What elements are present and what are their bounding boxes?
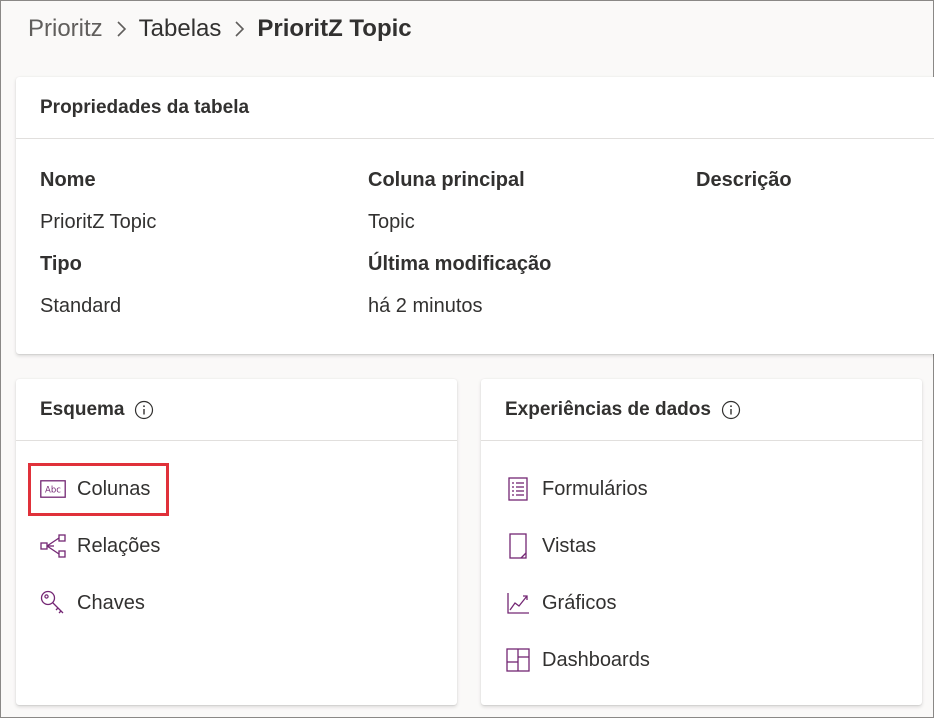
type-label: Tipo [40, 253, 82, 275]
data-exp-item-label: Dashboards [542, 648, 650, 671]
view-icon [505, 533, 531, 559]
data-exp-item-label: Gráficos [542, 591, 617, 614]
chevron-right-icon [233, 20, 245, 38]
data-exp-item-dashboards[interactable]: Dashboards [505, 645, 650, 675]
name-value: PrioritZ Topic [40, 211, 157, 233]
key-icon [40, 590, 66, 616]
schema-item-relationships[interactable]: Relações [40, 531, 160, 561]
schema-item-label: Chaves [77, 591, 145, 614]
data-exp-item-label: Vistas [542, 534, 597, 557]
data-exp-item-label: Formulários [542, 477, 648, 500]
relationship-icon [40, 533, 66, 559]
schema-header: Esquema [16, 379, 457, 441]
last-modified-value: há 2 minutos [368, 295, 483, 317]
data-experiences-title: Experiências de dados [505, 398, 711, 420]
data-exp-item-forms[interactable]: Formulários [505, 474, 648, 504]
last-modified-label: Última modificação [368, 253, 552, 275]
schema-item-columns[interactable]: Abc Colunas [40, 474, 150, 504]
breadcrumb-prioritz[interactable]: Prioritz [28, 15, 103, 43]
data-exp-item-charts[interactable]: Gráficos [505, 588, 616, 618]
breadcrumb-current-table: PrioritZ Topic [257, 15, 412, 42]
name-label: Nome [40, 169, 96, 191]
schema-title: Esquema [40, 398, 125, 420]
abc-column-icon: Abc [40, 476, 66, 502]
form-icon [505, 476, 531, 502]
data-exp-item-views[interactable]: Vistas [505, 531, 596, 561]
chart-icon [505, 590, 531, 616]
schema-item-keys[interactable]: Chaves [40, 588, 145, 618]
dashboard-icon [505, 647, 531, 673]
info-icon[interactable] [721, 400, 741, 420]
info-icon[interactable] [134, 400, 154, 420]
breadcrumb-tabelas[interactable]: Tabelas [139, 15, 222, 43]
type-value: Standard [40, 295, 122, 317]
breadcrumb: Prioritz Tabelas PrioritZ Topic [28, 12, 412, 46]
schema-item-label: Relações [77, 534, 161, 557]
primary-column-value: Topic [368, 211, 415, 233]
schema-card: Esquema Abc Colunas Relações Chaves [16, 379, 457, 705]
schema-item-label: Colunas [77, 477, 151, 500]
data-experiences-card: Experiências de dados Formulários Vistas… [481, 379, 922, 705]
svg-text:Abc: Abc [45, 486, 61, 496]
primary-column-label: Coluna principal [368, 169, 525, 191]
data-experiences-header: Experiências de dados [481, 379, 922, 441]
description-label: Descrição [696, 169, 792, 191]
chevron-right-icon [115, 20, 127, 38]
table-properties-card: Propriedades da tabela Nome PrioritZ Top… [16, 77, 934, 354]
table-properties-title: Propriedades da tabela [16, 77, 934, 139]
